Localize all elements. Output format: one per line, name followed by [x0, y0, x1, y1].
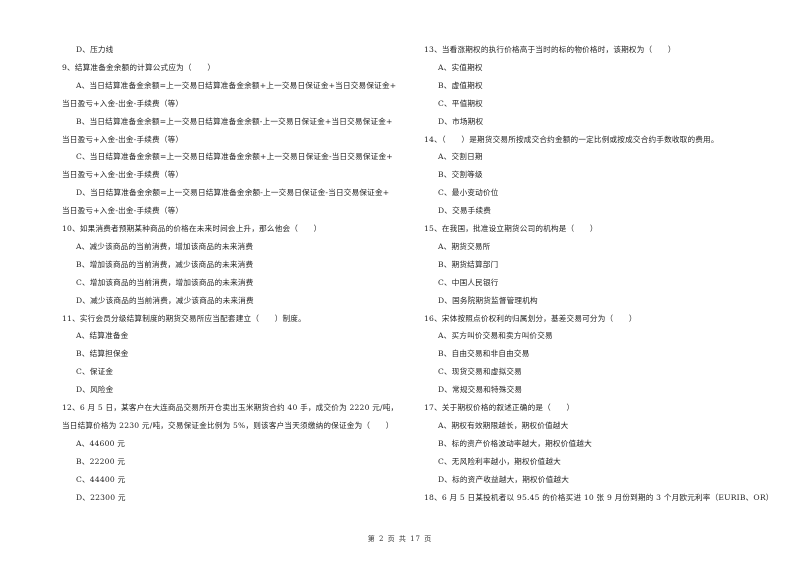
answer-option: A、当日结算准备金余额=上一交易日结算准备金余额+上一交易日保证金+当日交易保证… [76, 80, 397, 90]
page-footer: 第 2 页 共 17 页 [367, 535, 433, 543]
answer-option: B、标的资产价格波动率越大，期权价值越大 [438, 438, 592, 448]
answer-option: A、44600 元 [76, 438, 126, 448]
answer-option: C、现货交易和虚拟交易 [438, 367, 522, 377]
answer-option: B、自由交易和非自由交易 [438, 349, 530, 359]
answer-option: A、买方叫价交易和卖方叫价交易 [438, 331, 553, 341]
answer-option: D、风险金 [76, 385, 114, 395]
answer-option: A、交割日期 [438, 152, 483, 162]
continuation-text: 当日盈亏+入金-出金-手续费（等） [62, 206, 184, 216]
continuation-text: 当日盈亏+入金-出金-手续费（等） [62, 134, 184, 144]
question-text: 13、当看涨期权的执行价格高于当时的标的物价格时，该期权为（ ） [424, 45, 676, 54]
question-text: 12、6 月 5 日，某客户在大连商品交易所开仓卖出玉米期货合约 40 手，成交… [62, 403, 399, 412]
answer-option: D、交易手续费 [438, 206, 492, 216]
answer-option: D、标的资产收益越大，期权价值越大 [438, 474, 569, 484]
answer-option: B、虚值期权 [438, 80, 483, 90]
question-text: 16、宋体按照点价权利的归属划分，基差交易可分为（ ） [424, 313, 637, 323]
question-text: 9、结算准备金余额的计算公式应为（ ） [62, 62, 216, 72]
answer-option: C、无风险利率越小，期权价值越大 [438, 456, 561, 466]
answer-option: D、减少该商品的当前消费，减少该商品的未来消费 [76, 295, 254, 305]
answer-option: D、压力线 [76, 45, 114, 54]
answer-option: A、结算准备金 [76, 331, 129, 341]
answer-option: B、期货结算部门 [438, 259, 499, 269]
continuation-text: 当日结算价格为 2230 元/吨，交易保证金比例为 5%，则该客户当天须缴纳的保… [62, 420, 394, 430]
answer-option: B、交割等级 [438, 170, 483, 180]
question-text: 10、如果消费者预期某种商品的价格在未来时间会上升，那么他会（ ） [62, 224, 322, 233]
question-text: 14、（ ）是期货交易所按成交合约金额的一定比例或按成交合约手数收取的费用。 [424, 134, 719, 144]
question-text: 18、6 月 5 日某投机者以 95.45 的价格买进 10 张 9 月份到期的… [424, 492, 774, 502]
answer-option: D、当日结算准备金余额=上一交易日结算准备金余额-上一交易日保证金-当日交易保证… [76, 188, 390, 198]
continuation-text: 当日盈亏+入金-出金-手续费（等） [62, 98, 184, 108]
question-text: 11、实行会员分级结算制度的期货交易所应当配套建立（ ）制度。 [62, 313, 306, 323]
answer-option: D、常规交易和特殊交易 [438, 385, 523, 395]
answer-option: C、当日结算准备金余额=上一交易日结算准备金余额+上一交易日保证金-当日交易保证… [76, 152, 393, 162]
answer-option: A、实值期权 [438, 62, 483, 72]
answer-option: D、22300 元 [76, 492, 126, 502]
answer-option: B、当日结算准备金余额=上一交易日结算准备金余额-上一交易日保证金+当日交易保证… [76, 116, 393, 126]
answer-option: A、减少该商品的当前消费，增加该商品的未来消费 [76, 241, 254, 251]
answer-option: A、期权有效期限越长，期权价值越大 [438, 420, 569, 430]
answer-option: C、增加该商品的当前消费，增加该商品的未来消费 [76, 277, 254, 287]
continuation-text: 当日盈亏+入金-出金-手续费（等） [62, 170, 184, 180]
answer-option: D、市场期权 [438, 116, 484, 126]
answer-option: C、44400 元 [76, 474, 126, 484]
question-text: 15、在我国，批准设立期货公司的机构是（ ） [424, 224, 598, 233]
question-text: 17、关于期权价格的叙述正确的是（ ） [424, 403, 575, 412]
answer-option: B、22200 元 [76, 456, 126, 466]
answer-option: B、增加该商品的当前消费，减少该商品的未来消费 [76, 259, 254, 269]
answer-option: C、中国人民银行 [438, 277, 499, 287]
answer-option: B、结算担保金 [76, 349, 129, 359]
answer-option: C、最小变动价位 [438, 188, 499, 198]
answer-option: A、期货交易所 [438, 241, 491, 251]
answer-option: C、平值期权 [438, 98, 483, 108]
answer-option: C、保证金 [76, 367, 114, 377]
answer-option: D、国务院期货监督管理机构 [438, 295, 538, 305]
